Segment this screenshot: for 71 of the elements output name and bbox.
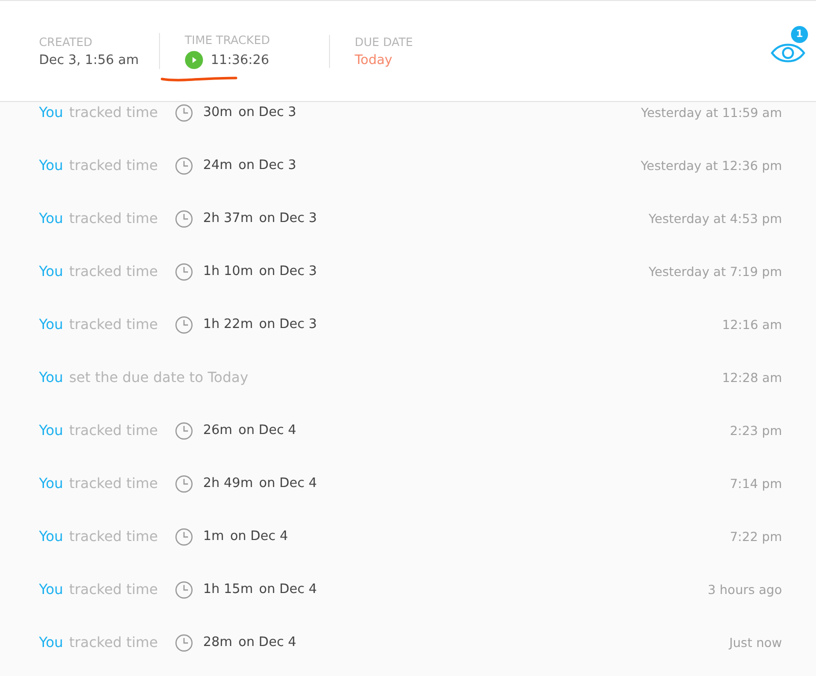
timestamp: 2:23 pm — [730, 423, 782, 438]
user-link[interactable]: You — [39, 264, 64, 280]
due-date-value[interactable]: Today — [354, 52, 473, 68]
date-text: on Dec 3 — [238, 105, 296, 120]
activity-text: tracked time — [69, 634, 159, 650]
duration-text: 1m — [203, 529, 224, 544]
user-link[interactable]: You — [39, 158, 64, 174]
timestamp: 3 hours ago — [708, 582, 782, 597]
clock-icon — [175, 210, 194, 228]
timestamp: 7:14 pm — [730, 476, 782, 491]
user-link[interactable]: You — [39, 316, 64, 332]
clock-icon — [175, 422, 194, 440]
date-text: on Dec 4 — [259, 582, 317, 597]
clock-icon — [175, 474, 194, 492]
date-text: on Dec 3 — [259, 317, 317, 332]
activity-text: tracked time — [69, 210, 159, 226]
activity-text: tracked time — [69, 528, 159, 544]
field-label: CREATED — [39, 34, 94, 48]
activity-text: tracked time — [69, 104, 159, 120]
user-link[interactable]: You — [39, 104, 64, 120]
duration-text: 2h 37m — [203, 211, 253, 226]
user-link[interactable]: You — [39, 422, 64, 438]
created-value: Dec 3, 1:56 am — [39, 52, 139, 68]
field-label: DUE DATE — [354, 34, 414, 48]
clock-icon — [175, 316, 194, 334]
clock-icon — [175, 156, 194, 174]
date-text: on Dec 3 — [238, 158, 296, 173]
user-link[interactable]: You — [39, 528, 64, 544]
clock-icon — [175, 104, 194, 122]
activity-text: tracked time — [69, 422, 159, 438]
timestamp: Just now — [729, 635, 782, 650]
date-text: on Dec 4 — [238, 423, 296, 438]
timestamp: Yesterday at 4:53 pm — [648, 211, 782, 226]
user-link[interactable]: You — [39, 476, 64, 492]
duration-text: 24m — [203, 158, 232, 173]
clock-icon — [175, 634, 194, 652]
duration-text: 28m — [203, 635, 232, 650]
date-text: on Dec 4 — [259, 476, 317, 491]
date-text: on Dec 3 — [259, 211, 317, 226]
timestamp: 12:16 am — [722, 317, 782, 332]
user-link[interactable]: You — [39, 210, 64, 226]
user-link[interactable]: You — [39, 582, 64, 598]
duration-text: 26m — [203, 423, 232, 438]
timestamp: Yesterday at 7:19 pm — [648, 264, 782, 279]
duration-text: 1h 10m — [203, 264, 253, 279]
watcher-count-badge: 1 — [791, 26, 808, 43]
timestamp: 7:22 pm — [730, 529, 782, 544]
user-link[interactable]: You — [39, 370, 64, 386]
date-text: on Dec 4 — [230, 529, 288, 544]
date-text: on Dec 3 — [259, 264, 317, 279]
activity-text: tracked time — [69, 476, 159, 492]
activity-text: tracked time — [69, 582, 159, 598]
activity-text: set the due date to Today — [69, 370, 248, 386]
clock-icon — [175, 580, 194, 598]
duration-text: 30m — [203, 105, 232, 120]
duration-text: 1h 22m — [203, 317, 253, 332]
timestamp: 12:28 am — [722, 370, 782, 385]
timer-value: 11:36:26 — [210, 52, 270, 68]
timestamp: Yesterday at 11:59 am — [640, 105, 782, 120]
activity-text: tracked time — [69, 264, 159, 280]
date-text: on Dec 4 — [238, 635, 296, 650]
play-icon[interactable] — [184, 51, 203, 69]
activity-text: tracked time — [69, 316, 159, 332]
field-label: TIME TRACKED — [184, 33, 271, 47]
clock-icon — [175, 262, 194, 280]
activity-text: tracked time — [69, 158, 159, 174]
user-link[interactable]: You — [39, 634, 64, 650]
duration-text: 2h 49m — [203, 476, 253, 491]
timestamp: Yesterday at 12:36 pm — [640, 158, 782, 173]
duration-text: 1h 15m — [203, 582, 253, 597]
clock-icon — [175, 528, 194, 546]
